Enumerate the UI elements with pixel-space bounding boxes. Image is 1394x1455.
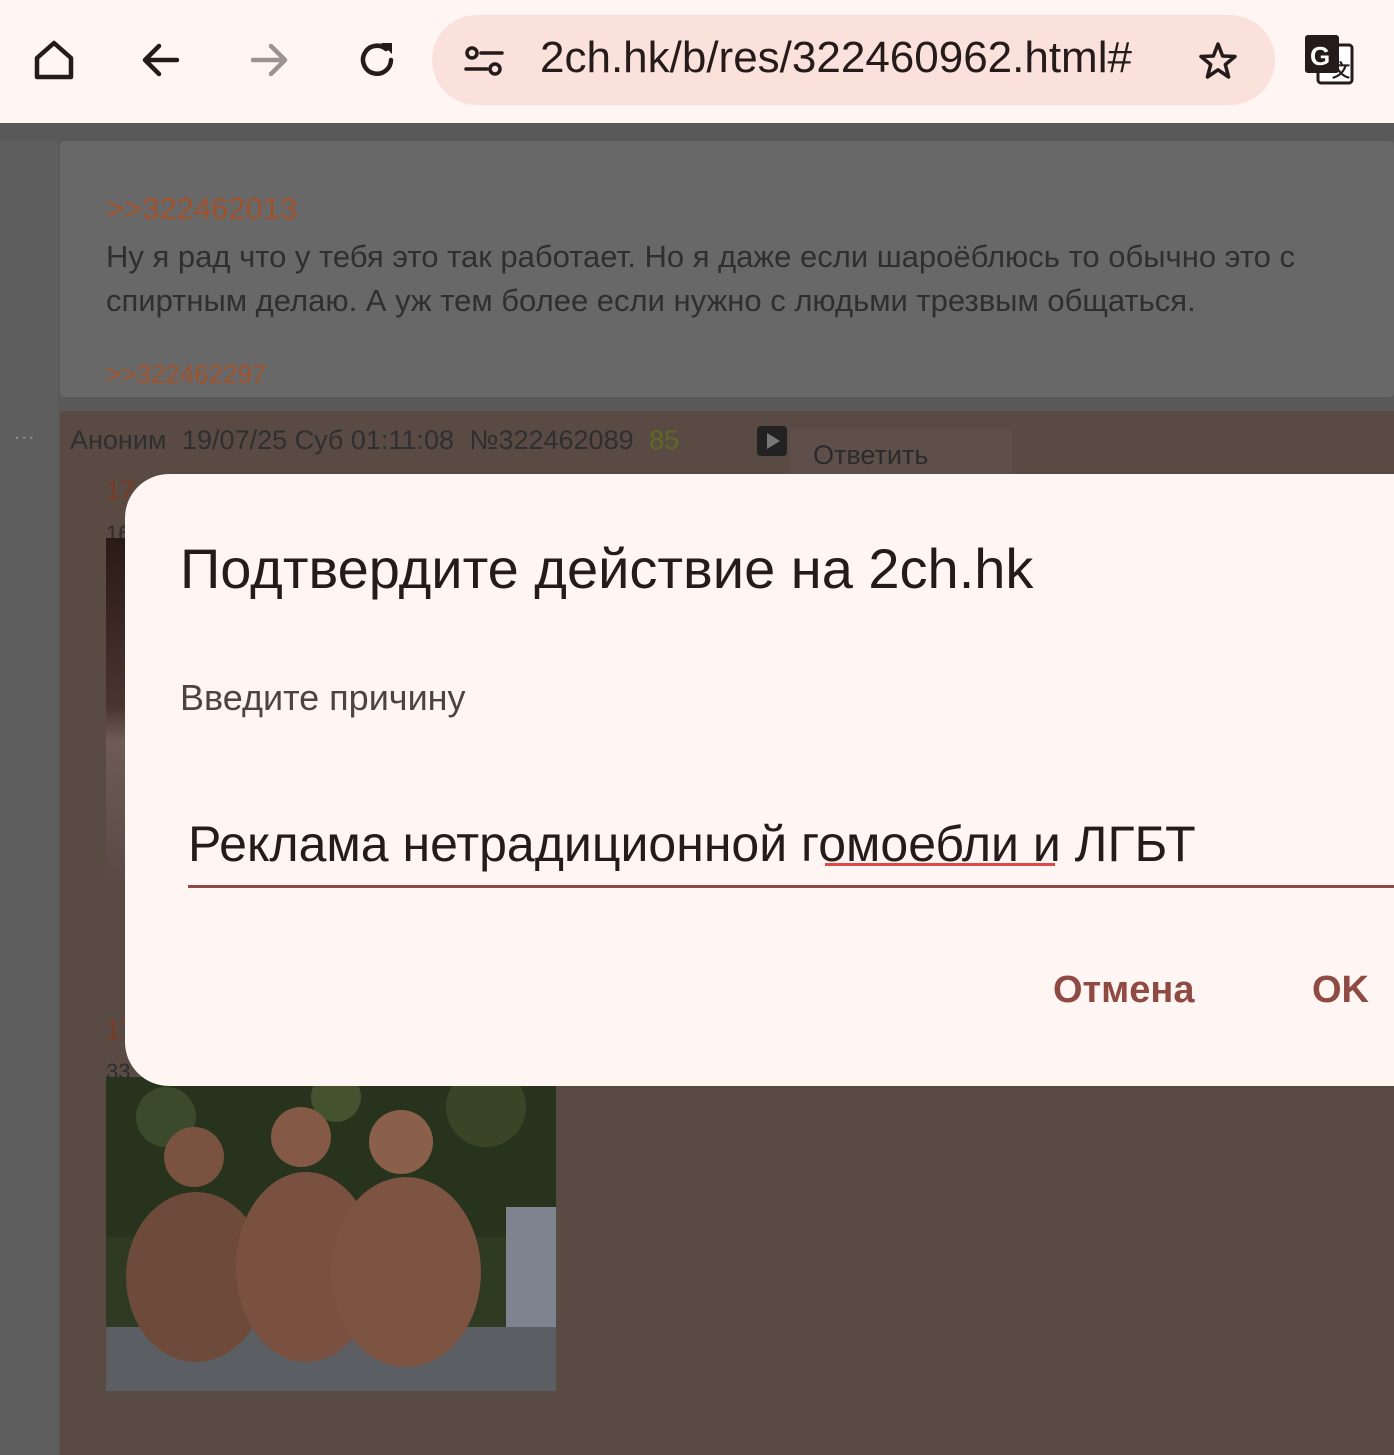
ok-button[interactable]: OK	[1312, 969, 1369, 1012]
post-image-thumbnail[interactable]	[106, 1077, 556, 1391]
dialog-prompt: Введите причину	[180, 677, 466, 718]
home-icon[interactable]	[24, 30, 84, 90]
svg-text:G: G	[1310, 41, 1330, 71]
dialog-title: Подтвердите действие на 2ch.hk	[180, 537, 1034, 600]
svg-text:文: 文	[1332, 60, 1351, 81]
post-text: Ну я рад что у тебя это так работает. Но…	[106, 235, 1394, 323]
post: >>322462013 Ну я рад что у тебя это так …	[60, 141, 1394, 397]
browser-toolbar: 2ch.hk/b/res/322460962.html# G 文	[0, 0, 1394, 123]
post-number[interactable]: №322462089	[470, 425, 634, 455]
post-text-line: спиртным делаю. А уж тем более если нужн…	[106, 283, 1196, 318]
reload-icon[interactable]	[347, 30, 407, 90]
reply-reference-link[interactable]: >>322462013	[106, 191, 297, 227]
site-info-icon[interactable]	[462, 43, 506, 84]
spellcheck-underline	[825, 863, 1055, 866]
url-text: 2ch.hk/b/res/322460962.html#	[540, 33, 1132, 82]
backlink[interactable]: >>322462297	[106, 359, 267, 390]
post-menu-dots[interactable]: ...	[14, 419, 35, 445]
play-icon[interactable]	[757, 426, 787, 456]
bookmark-star-icon[interactable]	[1198, 41, 1238, 86]
post-datetime: 19/07/25 Суб 01:11:08	[182, 425, 454, 455]
post-text-line: Ну я рад что у тебя это так работает. Но…	[106, 239, 1296, 274]
back-icon[interactable]	[131, 30, 191, 90]
confirm-dialog: Подтвердите действие на 2ch.hk Введите п…	[125, 474, 1394, 1086]
post-author: Аноним	[70, 425, 167, 455]
address-bar[interactable]: 2ch.hk/b/res/322460962.html#	[432, 15, 1275, 105]
post-count: 85	[649, 425, 680, 455]
post-header: Аноним 19/07/25 Суб 01:11:08 №322462089 …	[70, 425, 679, 456]
reason-input[interactable]	[188, 804, 1394, 884]
forward-icon[interactable]	[239, 30, 299, 90]
input-underline	[188, 885, 1394, 888]
left-gutter	[0, 141, 58, 1455]
translate-icon[interactable]: G 文	[1302, 33, 1356, 92]
cancel-button[interactable]: Отмена	[1053, 969, 1195, 1012]
